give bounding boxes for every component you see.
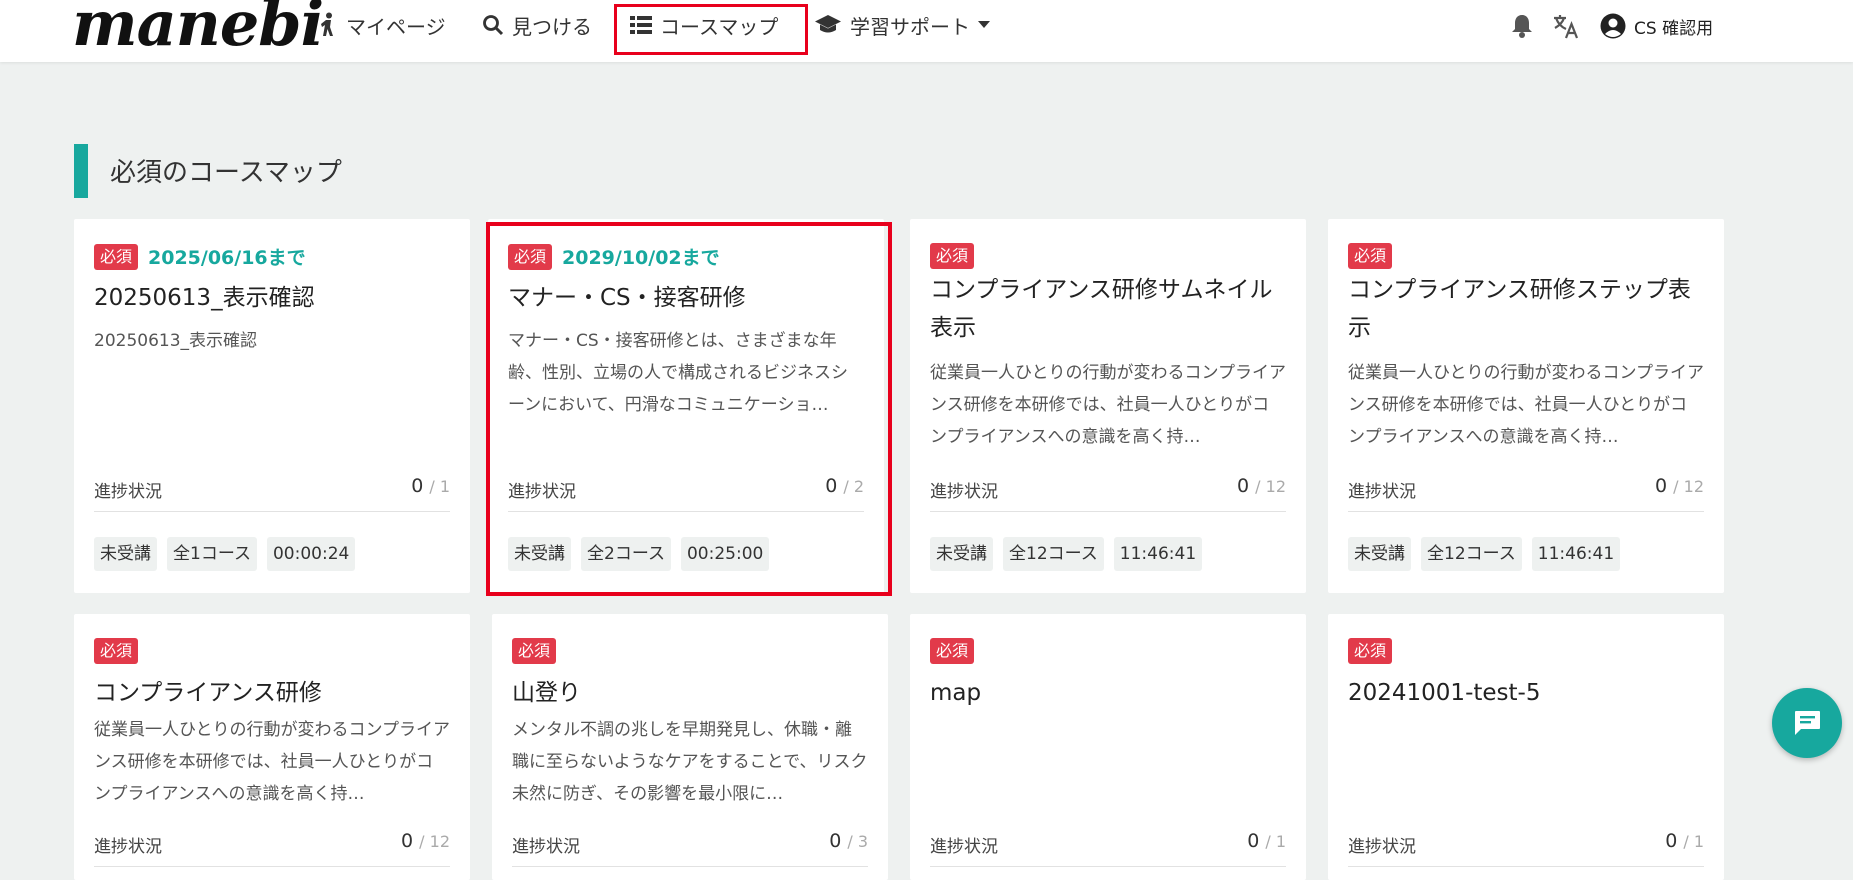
user-avatar-icon (1600, 13, 1626, 39)
top-header: manebi マイページ 見つける コースマップ 学習サポート CS 確認用 (0, 0, 1853, 62)
card-title: コンプライアンス研修サムネイル表示 (930, 277, 1273, 341)
progress-count: 0 / 12 (1237, 475, 1286, 497)
card-description: 従業員一人ひとりの行動が変わるコンプライアンス研修を本研修では、社員一人ひとりが… (94, 720, 450, 804)
card-title: 20250613_表示確認 (94, 285, 315, 311)
progress-label: 進捗状況 (94, 837, 162, 857)
progress-count: 0 / 1 (411, 475, 450, 497)
chat-button[interactable] (1772, 688, 1842, 758)
progress-label: 進捗状況 (1348, 837, 1416, 857)
course-count-tag: 全1コース (167, 537, 257, 571)
progress-count: 0 / 1 (1665, 830, 1704, 852)
card-description: マナー・CS・接客研修とは、さまざまな年齢、性別、立場の人で構成されるビジネスシ… (508, 331, 848, 415)
status-tag: 未受講 (94, 537, 157, 571)
card-description: 20250613_表示確認 (94, 331, 258, 351)
progress-label: 進捗状況 (512, 837, 580, 857)
required-badge: 必須 (94, 243, 139, 270)
required-badge: 必須 (1348, 638, 1393, 664)
course-card[interactable]: 必須 20241001-test-5 進捗状況 0 / 1 (1328, 614, 1724, 880)
nav-find-label: 見つける (512, 14, 592, 39)
language-button[interactable] (1552, 10, 1580, 42)
nav-mypage[interactable]: マイページ (318, 10, 446, 40)
notification-button[interactable] (1510, 10, 1534, 42)
card-title: コンプライアンス研修ステップ表示 (1348, 277, 1691, 341)
progress-count: 0 / 3 (829, 830, 868, 852)
status-tag: 未受講 (508, 537, 571, 571)
card-title: コンプライアンス研修 (94, 680, 322, 706)
course-card[interactable]: 必須 map 進捗状況 0 / 1 (910, 614, 1306, 880)
status-tag: 未受講 (1348, 537, 1411, 571)
deadline: 2025/06/16まで (148, 247, 306, 269)
divider (512, 866, 868, 867)
divider (508, 511, 864, 512)
person-walking-icon (321, 12, 333, 36)
divider (94, 866, 450, 867)
course-card[interactable]: 必須 山登り メンタル不調の兆しを早期発見し、休職・離職に至らないようなケアをす… (492, 614, 888, 880)
course-card[interactable]: 必須 コンプライアンス研修サムネイル表示 従業員一人ひとりの行動が変わるコンプラ… (910, 219, 1306, 593)
course-card[interactable]: 必須 コンプライアンス研修ステップ表示 従業員一人ひとりの行動が変わるコンプライ… (1328, 219, 1724, 593)
nav-mypage-label: マイページ (346, 14, 446, 39)
caret-down-icon (978, 21, 990, 28)
course-card[interactable]: 必須 2029/10/02まで マナー・CS・接客研修 マナー・CS・接客研修と… (488, 219, 884, 593)
progress-count: 0 / 1 (1247, 830, 1286, 852)
course-count-tag: 全2コース (581, 537, 671, 571)
progress-label: 進捗状況 (508, 482, 576, 502)
nav-coursemap-highlight (614, 4, 808, 55)
card-title: map (930, 680, 982, 706)
translate-icon (1554, 15, 1579, 39)
section-title-bar (74, 144, 88, 198)
progress-count: 0 / 12 (1655, 475, 1704, 497)
progress-label: 進捗状況 (930, 482, 998, 502)
progress-label: 進捗状況 (930, 837, 998, 857)
duration-tag: 00:25:00 (680, 537, 770, 571)
graduation-cap-icon (815, 15, 841, 33)
status-tag: 未受講 (930, 537, 993, 571)
card-description: 従業員一人ひとりの行動が変わるコンプライアンス研修を本研修では、社員一人ひとりが… (1348, 363, 1704, 447)
divider (930, 866, 1286, 867)
manebi-logo[interactable]: manebi (72, 0, 324, 56)
divider (94, 511, 450, 512)
required-badge: 必須 (94, 638, 139, 664)
card-title: マナー・CS・接客研修 (508, 285, 746, 311)
user-menu[interactable]: CS 確認用 (1600, 10, 1713, 42)
course-count-tag: 全12コース (1421, 537, 1522, 571)
deadline: 2029/10/02まで (562, 247, 720, 269)
progress-count: 0 / 2 (825, 475, 864, 497)
card-description: 従業員一人ひとりの行動が変わるコンプライアンス研修を本研修では、社員一人ひとりが… (930, 363, 1286, 447)
course-card[interactable]: 必須 コンプライアンス研修 従業員一人ひとりの行動が変わるコンプライアンス研修を… (74, 614, 470, 880)
progress-count: 0 / 12 (401, 830, 450, 852)
nav-find[interactable]: 見つける (482, 10, 592, 40)
chat-icon (1795, 711, 1820, 735)
search-icon (483, 15, 504, 36)
card-title: 山登り (512, 680, 581, 706)
card-description: メンタル不調の兆しを早期発見し、休職・離職に至らないようなケアをすることで、リス… (512, 720, 868, 804)
section-title: 必須のコースマップ (110, 158, 342, 188)
duration-tag: 11:46:41 (1113, 537, 1203, 571)
nav-learning-support-label: 学習サポート (850, 14, 970, 39)
divider (1348, 866, 1704, 867)
bell-icon (1512, 15, 1532, 38)
required-badge: 必須 (930, 243, 975, 269)
duration-tag: 11:46:41 (1531, 537, 1621, 571)
progress-label: 進捗状況 (1348, 482, 1416, 502)
course-count-tag: 全12コース (1003, 537, 1104, 571)
required-badge: 必須 (1348, 243, 1393, 269)
required-badge: 必須 (508, 243, 553, 270)
required-badge: 必須 (930, 638, 975, 664)
divider (1348, 511, 1704, 512)
course-card[interactable]: 必須 2025/06/16まで 20250613_表示確認 20250613_表… (74, 219, 470, 593)
nav-learning-support[interactable]: 学習サポート (814, 10, 990, 40)
user-name: CS 確認用 (1634, 18, 1714, 39)
required-badge: 必須 (512, 638, 557, 664)
duration-tag: 00:00:24 (266, 537, 356, 571)
progress-label: 進捗状況 (94, 482, 162, 502)
card-title: 20241001-test-5 (1348, 680, 1541, 706)
divider (930, 511, 1286, 512)
